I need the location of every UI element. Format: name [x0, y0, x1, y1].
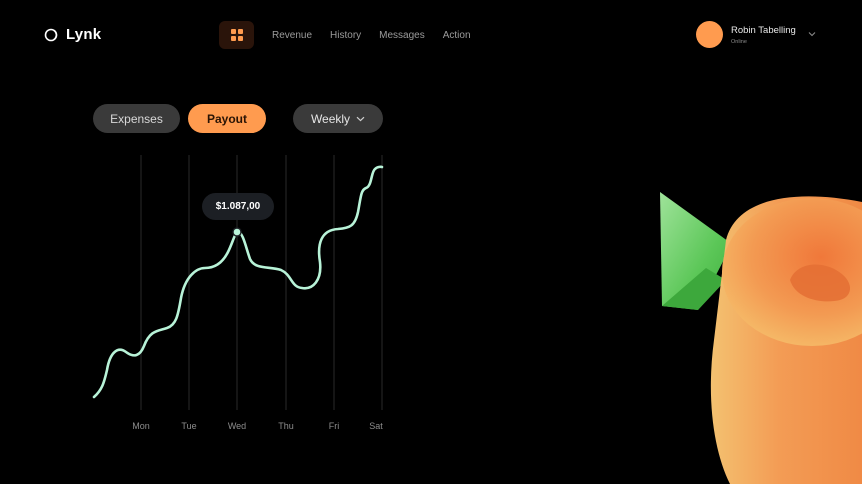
user-meta: Robin Tabelling Online — [731, 25, 796, 45]
x-tick-label: Sat — [369, 421, 383, 431]
user-menu[interactable]: Robin Tabelling Online — [696, 21, 816, 48]
value-tooltip: $1.087,00 — [202, 193, 274, 220]
x-tick-label: Wed — [227, 421, 247, 431]
payout-line-chart — [92, 155, 384, 410]
x-tick-label: Fri — [328, 421, 340, 431]
user-name: Robin Tabelling — [731, 24, 796, 36]
x-tick-label: Mon — [132, 421, 150, 431]
decorative-3d-shapes — [660, 192, 862, 484]
highlight-point[interactable] — [232, 227, 242, 237]
chevron-down-icon[interactable] — [808, 31, 816, 37]
user-status: Online — [731, 38, 747, 45]
x-tick-label: Tue — [181, 421, 197, 431]
x-tick-label: Thu — [278, 421, 294, 431]
nav-link-action[interactable]: Action — [443, 30, 471, 41]
avatar — [696, 21, 723, 48]
